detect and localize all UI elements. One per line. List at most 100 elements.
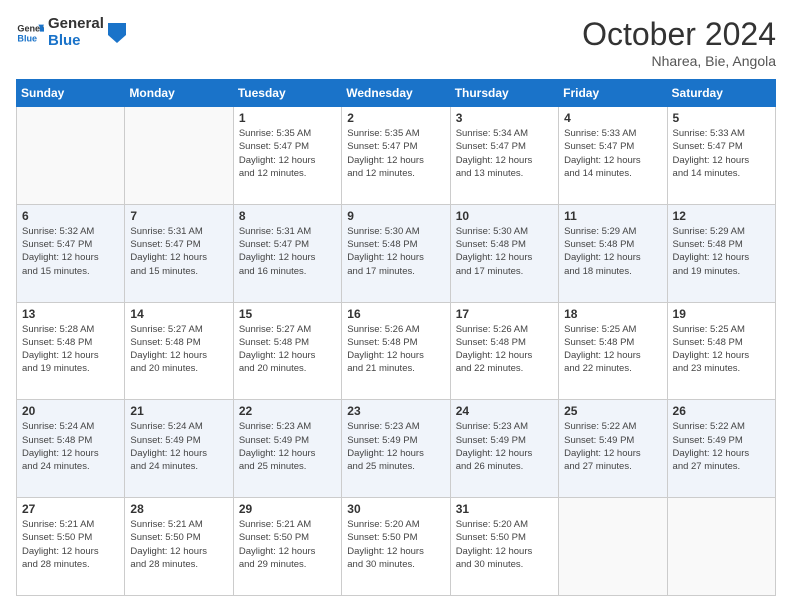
weekday-header-tuesday: Tuesday — [233, 80, 341, 107]
title-block: October 2024 Nharea, Bie, Angola — [582, 16, 776, 69]
day-info: Sunrise: 5:29 AMSunset: 5:48 PMDaylight:… — [564, 225, 661, 278]
day-number: 6 — [22, 209, 119, 223]
calendar-week-1: 1 Sunrise: 5:35 AMSunset: 5:47 PMDaylight… — [17, 107, 776, 205]
calendar-cell: 2 Sunrise: 5:35 AMSunset: 5:47 PMDaylight… — [342, 107, 450, 205]
logo-general: General — [48, 16, 104, 33]
calendar-cell: 15 Sunrise: 5:27 AMSunset: 5:48 PMDayligh… — [233, 302, 341, 400]
day-number: 21 — [130, 404, 227, 418]
calendar-table: SundayMondayTuesdayWednesdayThursdayFrid… — [16, 79, 776, 596]
day-info: Sunrise: 5:27 AMSunset: 5:48 PMDaylight:… — [239, 323, 336, 376]
day-info: Sunrise: 5:21 AMSunset: 5:50 PMDaylight:… — [239, 518, 336, 571]
month-title: October 2024 — [582, 16, 776, 53]
calendar-cell: 30 Sunrise: 5:20 AMSunset: 5:50 PMDayligh… — [342, 498, 450, 596]
day-info: Sunrise: 5:32 AMSunset: 5:47 PMDaylight:… — [22, 225, 119, 278]
day-info: Sunrise: 5:33 AMSunset: 5:47 PMDaylight:… — [564, 127, 661, 180]
calendar-cell — [559, 498, 667, 596]
calendar-cell: 10Sunrise: 5:30 AMSunset: 5:48 PMDayligh… — [450, 204, 558, 302]
calendar-cell: 14Sunrise: 5:27 AMSunset: 5:48 PMDayligh… — [125, 302, 233, 400]
day-number: 4 — [564, 111, 661, 125]
day-info: Sunrise: 5:28 AMSunset: 5:48 PMDaylight:… — [22, 323, 119, 376]
weekday-header-monday: Monday — [125, 80, 233, 107]
day-number: 5 — [673, 111, 770, 125]
day-info: Sunrise: 5:33 AMSunset: 5:47 PMDaylight:… — [673, 127, 770, 180]
day-number: 1 — [239, 111, 336, 125]
day-info: Sunrise: 5:34 AMSunset: 5:47 PMDaylight:… — [456, 127, 553, 180]
calendar-cell: 26Sunrise: 5:22 AMSunset: 5:49 PMDayligh… — [667, 400, 775, 498]
day-info: Sunrise: 5:31 AMSunset: 5:47 PMDaylight:… — [130, 225, 227, 278]
day-number: 10 — [456, 209, 553, 223]
weekday-header-sunday: Sunday — [17, 80, 125, 107]
calendar-cell: 13 Sunrise: 5:28 AMSunset: 5:48 PMDayligh… — [17, 302, 125, 400]
weekday-header-saturday: Saturday — [667, 80, 775, 107]
calendar-cell: 11 Sunrise: 5:29 AMSunset: 5:48 PMDayligh… — [559, 204, 667, 302]
day-number: 15 — [239, 307, 336, 321]
day-info: Sunrise: 5:26 AMSunset: 5:48 PMDaylight:… — [347, 323, 444, 376]
calendar-cell: 18Sunrise: 5:25 AMSunset: 5:48 PMDayligh… — [559, 302, 667, 400]
day-number: 26 — [673, 404, 770, 418]
logo: General Blue General Blue — [16, 16, 126, 49]
calendar-cell: 21 Sunrise: 5:24 AMSunset: 5:49 PMDayligh… — [125, 400, 233, 498]
calendar-cell: 1 Sunrise: 5:35 AMSunset: 5:47 PMDaylight… — [233, 107, 341, 205]
day-number: 27 — [22, 502, 119, 516]
calendar-cell: 16 Sunrise: 5:26 AMSunset: 5:48 PMDayligh… — [342, 302, 450, 400]
calendar-cell: 27Sunrise: 5:21 AMSunset: 5:50 PMDayligh… — [17, 498, 125, 596]
day-number: 28 — [130, 502, 227, 516]
calendar-cell: 12 Sunrise: 5:29 AMSunset: 5:48 PMDayligh… — [667, 204, 775, 302]
day-info: Sunrise: 5:20 AMSunset: 5:50 PMDaylight:… — [456, 518, 553, 571]
day-info: Sunrise: 5:29 AMSunset: 5:48 PMDaylight:… — [673, 225, 770, 278]
day-info: Sunrise: 5:24 AMSunset: 5:49 PMDaylight:… — [130, 420, 227, 473]
day-info: Sunrise: 5:21 AMSunset: 5:50 PMDaylight:… — [130, 518, 227, 571]
calendar-cell: 7 Sunrise: 5:31 AMSunset: 5:47 PMDaylight… — [125, 204, 233, 302]
day-number: 31 — [456, 502, 553, 516]
location: Nharea, Bie, Angola — [582, 53, 776, 69]
calendar-week-3: 13 Sunrise: 5:28 AMSunset: 5:48 PMDayligh… — [17, 302, 776, 400]
day-info: Sunrise: 5:35 AMSunset: 5:47 PMDaylight:… — [347, 127, 444, 180]
day-number: 30 — [347, 502, 444, 516]
day-info: Sunrise: 5:23 AMSunset: 5:49 PMDaylight:… — [456, 420, 553, 473]
day-number: 8 — [239, 209, 336, 223]
day-number: 16 — [347, 307, 444, 321]
day-number: 25 — [564, 404, 661, 418]
day-number: 3 — [456, 111, 553, 125]
day-number: 12 — [673, 209, 770, 223]
day-number: 7 — [130, 209, 227, 223]
day-number: 13 — [22, 307, 119, 321]
calendar-cell: 9Sunrise: 5:30 AMSunset: 5:48 PMDaylight… — [342, 204, 450, 302]
calendar-cell: 28 Sunrise: 5:21 AMSunset: 5:50 PMDayligh… — [125, 498, 233, 596]
header: General Blue General Blue October 2024 N… — [16, 16, 776, 69]
logo-blue: Blue — [48, 33, 104, 50]
calendar-cell: 3 Sunrise: 5:34 AMSunset: 5:47 PMDaylight… — [450, 107, 558, 205]
svg-text:Blue: Blue — [17, 33, 37, 43]
day-info: Sunrise: 5:23 AMSunset: 5:49 PMDaylight:… — [347, 420, 444, 473]
day-number: 2 — [347, 111, 444, 125]
day-info: Sunrise: 5:20 AMSunset: 5:50 PMDaylight:… — [347, 518, 444, 571]
logo-icon: General Blue — [16, 19, 44, 47]
day-info: Sunrise: 5:27 AMSunset: 5:48 PMDaylight:… — [130, 323, 227, 376]
calendar-cell — [667, 498, 775, 596]
day-number: 20 — [22, 404, 119, 418]
calendar-cell: 8 Sunrise: 5:31 AMSunset: 5:47 PMDaylight… — [233, 204, 341, 302]
day-number: 11 — [564, 209, 661, 223]
day-info: Sunrise: 5:35 AMSunset: 5:47 PMDaylight:… — [239, 127, 336, 180]
calendar-cell: 22Sunrise: 5:23 AMSunset: 5:49 PMDayligh… — [233, 400, 341, 498]
day-info: Sunrise: 5:22 AMSunset: 5:49 PMDaylight:… — [564, 420, 661, 473]
weekday-header-friday: Friday — [559, 80, 667, 107]
day-info: Sunrise: 5:24 AMSunset: 5:48 PMDaylight:… — [22, 420, 119, 473]
day-info: Sunrise: 5:31 AMSunset: 5:47 PMDaylight:… — [239, 225, 336, 278]
page: General Blue General Blue October 2024 N… — [0, 0, 792, 612]
logo-arrow-icon — [108, 23, 126, 43]
day-info: Sunrise: 5:25 AMSunset: 5:48 PMDaylight:… — [564, 323, 661, 376]
day-number: 29 — [239, 502, 336, 516]
calendar-cell: 17Sunrise: 5:26 AMSunset: 5:48 PMDayligh… — [450, 302, 558, 400]
calendar-cell: 25 Sunrise: 5:22 AMSunset: 5:49 PMDayligh… — [559, 400, 667, 498]
calendar-cell: 24 Sunrise: 5:23 AMSunset: 5:49 PMDayligh… — [450, 400, 558, 498]
calendar-week-5: 27 Sunrise: 5:21 AMSunset: 5:50 PMDayligh… — [17, 498, 776, 596]
calendar-cell: 5 Sunrise: 5:33 AMSunset: 5:47 PMDaylight… — [667, 107, 775, 205]
day-info: Sunrise: 5:25 AMSunset: 5:48 PMDaylight:… — [673, 323, 770, 376]
calendar-cell: 31 Sunrise: 5:20 AMSunset: 5:50 PMDayligh… — [450, 498, 558, 596]
weekday-header-thursday: Thursday — [450, 80, 558, 107]
day-number: 19 — [673, 307, 770, 321]
calendar-week-2: 6 Sunrise: 5:32 AMSunset: 5:47 PMDaylight… — [17, 204, 776, 302]
day-info: Sunrise: 5:30 AMSunset: 5:48 PMDaylight:… — [347, 225, 444, 278]
day-number: 24 — [456, 404, 553, 418]
